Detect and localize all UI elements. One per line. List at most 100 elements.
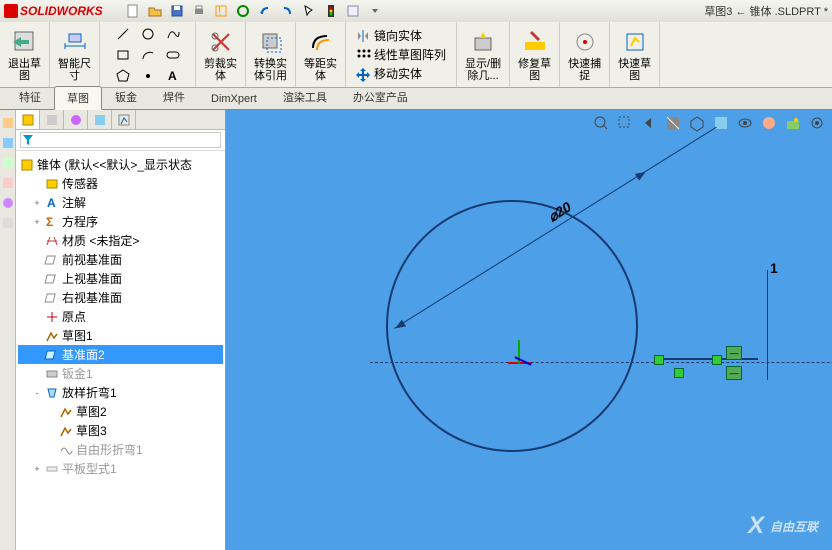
mirror-entities-button[interactable]: 镜向实体 [356, 27, 446, 44]
undo-icon[interactable] [255, 2, 275, 20]
hide-show-icon[interactable] [736, 114, 754, 132]
expand-icon[interactable]: - [32, 388, 42, 398]
tree-item[interactable]: 自由形折弯1 [18, 440, 223, 459]
horizontal-relation-icon[interactable]: — [726, 366, 742, 380]
quick-snaps-button[interactable]: 快速捕 捉 [566, 26, 603, 84]
dimxpert-manager-tab-icon[interactable] [88, 110, 112, 129]
trim-button[interactable]: 剪裁实 体 [202, 26, 239, 84]
tab-sketch[interactable]: 草图 [54, 86, 102, 110]
command-manager-tabs: 特征 草图 钣金 焊件 DimXpert 渲染工具 办公室产品 [0, 88, 832, 110]
point-icon[interactable] [136, 66, 160, 86]
expand-icon[interactable]: + [32, 198, 42, 208]
tree-root[interactable]: 锥体 (默认<<默认>_显示状态 [18, 155, 223, 174]
move-entities-button[interactable]: 移动实体 [356, 65, 446, 82]
tree-item[interactable]: 草图1 [18, 326, 223, 345]
tree-item-label: 平板型式1 [62, 460, 117, 477]
display-delete-button[interactable]: 显示/删 除几... [463, 26, 503, 84]
view-orientation-icon[interactable] [688, 114, 706, 132]
traffic-icon[interactable] [321, 2, 341, 20]
open-icon[interactable] [145, 2, 165, 20]
spline-icon[interactable] [161, 24, 185, 44]
tree-item[interactable]: -放样折弯1 [18, 383, 223, 402]
display-manager-tab-icon[interactable] [112, 110, 136, 129]
dropdown-icon[interactable] [365, 2, 385, 20]
tree-item[interactable]: + 平板型式1 [18, 459, 223, 478]
slot-icon[interactable] [161, 45, 185, 65]
feature-manager-tab-icon[interactable] [16, 110, 40, 129]
tree-item[interactable]: +Σ方程序 [18, 212, 223, 231]
tree-item[interactable]: 右视基准面 [18, 288, 223, 307]
tree-item[interactable]: 材质 <未指定> [18, 231, 223, 250]
property-manager-tab-icon[interactable] [40, 110, 64, 129]
expand-icon[interactable]: + [32, 217, 42, 227]
rectangle-icon[interactable] [111, 45, 135, 65]
edit-appearance-icon[interactable] [760, 114, 778, 132]
section-view-icon[interactable] [664, 114, 682, 132]
redo-icon[interactable] [277, 2, 297, 20]
options-icon[interactable] [343, 2, 363, 20]
convert-entities-button[interactable]: 转换实 体引用 [252, 26, 289, 84]
tree-item[interactable]: +A注解 [18, 193, 223, 212]
horizontal-relation-icon[interactable]: — [726, 346, 742, 360]
smart-dimension-button[interactable]: 智能尺 寸 [56, 26, 93, 84]
endpoint-handle[interactable] [654, 355, 664, 365]
save-icon[interactable] [167, 2, 187, 20]
apply-scene-icon[interactable] [784, 114, 802, 132]
tab-office[interactable]: 办公室产品 [340, 85, 421, 109]
tree-item[interactable]: 前视基准面 [18, 250, 223, 269]
sketch-tools-grid: A [111, 24, 185, 86]
tab-features[interactable]: 特征 [6, 85, 54, 109]
linear-pattern-button[interactable]: 线性草图阵列 [356, 46, 446, 63]
tree-item[interactable]: 上视基准面 [18, 269, 223, 288]
display-style-icon[interactable] [712, 114, 730, 132]
new-icon[interactable] [123, 2, 143, 20]
tree-item[interactable]: 草图2 [18, 402, 223, 421]
sketch-circle[interactable]: ⌀20 [386, 200, 638, 452]
rail-view-palette-icon[interactable] [1, 176, 15, 190]
arc-icon[interactable] [136, 45, 160, 65]
tree-item[interactable]: 草图3 [18, 421, 223, 440]
circle-icon[interactable] [136, 24, 160, 44]
rail-custom-icon[interactable] [1, 216, 15, 230]
tab-render[interactable]: 渲染工具 [270, 85, 340, 109]
rail-resources-icon[interactable] [1, 116, 15, 130]
tab-sheetmetal[interactable]: 钣金 [102, 85, 150, 109]
tree-item[interactable]: 原点 [18, 307, 223, 326]
repair-sketch-button[interactable]: 修复草 图 [516, 26, 553, 84]
exit-sketch-button[interactable]: 退出草 图 [6, 26, 43, 84]
diameter-value[interactable]: ⌀20 [545, 198, 574, 225]
line-icon[interactable] [111, 24, 135, 44]
sketch-line[interactable] [656, 358, 758, 360]
diameter-dimension[interactable]: ⌀20 [394, 127, 717, 329]
check-icon[interactable]: ! [211, 2, 231, 20]
polygon-icon[interactable] [111, 66, 135, 86]
graphics-viewport[interactable]: ⌀20 — — 1 X 自由互联 [226, 110, 832, 550]
rail-design-library-icon[interactable] [1, 136, 15, 150]
tree-item[interactable]: 基准面2 [18, 345, 223, 364]
rail-appearances-icon[interactable] [1, 196, 15, 210]
previous-view-icon[interactable] [640, 114, 658, 132]
dimension-value[interactable]: 1 [770, 260, 778, 276]
tab-dimxpert[interactable]: DimXpert [198, 89, 270, 109]
zoom-area-icon[interactable] [616, 114, 634, 132]
rail-file-explorer-icon[interactable] [1, 156, 15, 170]
tree-item-label: 右视基准面 [62, 289, 122, 306]
tab-weldments[interactable]: 焊件 [150, 85, 198, 109]
tree-filter-input[interactable] [20, 132, 221, 148]
tree-item[interactable]: 钣金1 [18, 364, 223, 383]
endpoint-handle[interactable] [674, 368, 684, 378]
expand-icon[interactable]: + [32, 464, 42, 474]
configuration-manager-tab-icon[interactable] [64, 110, 88, 129]
view-settings-icon[interactable] [808, 114, 826, 132]
print-icon[interactable] [189, 2, 209, 20]
tree-item[interactable]: 传感器 [18, 174, 223, 193]
select-icon[interactable] [299, 2, 319, 20]
rapid-sketch-button[interactable]: 快速草 图 [616, 26, 653, 84]
offset-entities-button[interactable]: 等距实 体 [302, 26, 339, 84]
text-icon[interactable]: A [161, 66, 185, 86]
endpoint-handle[interactable] [712, 355, 722, 365]
feature-tree[interactable]: 锥体 (默认<<默认>_显示状态 传感器+A注解+Σ方程序材质 <未指定>前视基… [16, 151, 225, 550]
rebuild-icon[interactable] [233, 2, 253, 20]
loft-icon [45, 386, 59, 400]
zoom-fit-icon[interactable] [592, 114, 610, 132]
